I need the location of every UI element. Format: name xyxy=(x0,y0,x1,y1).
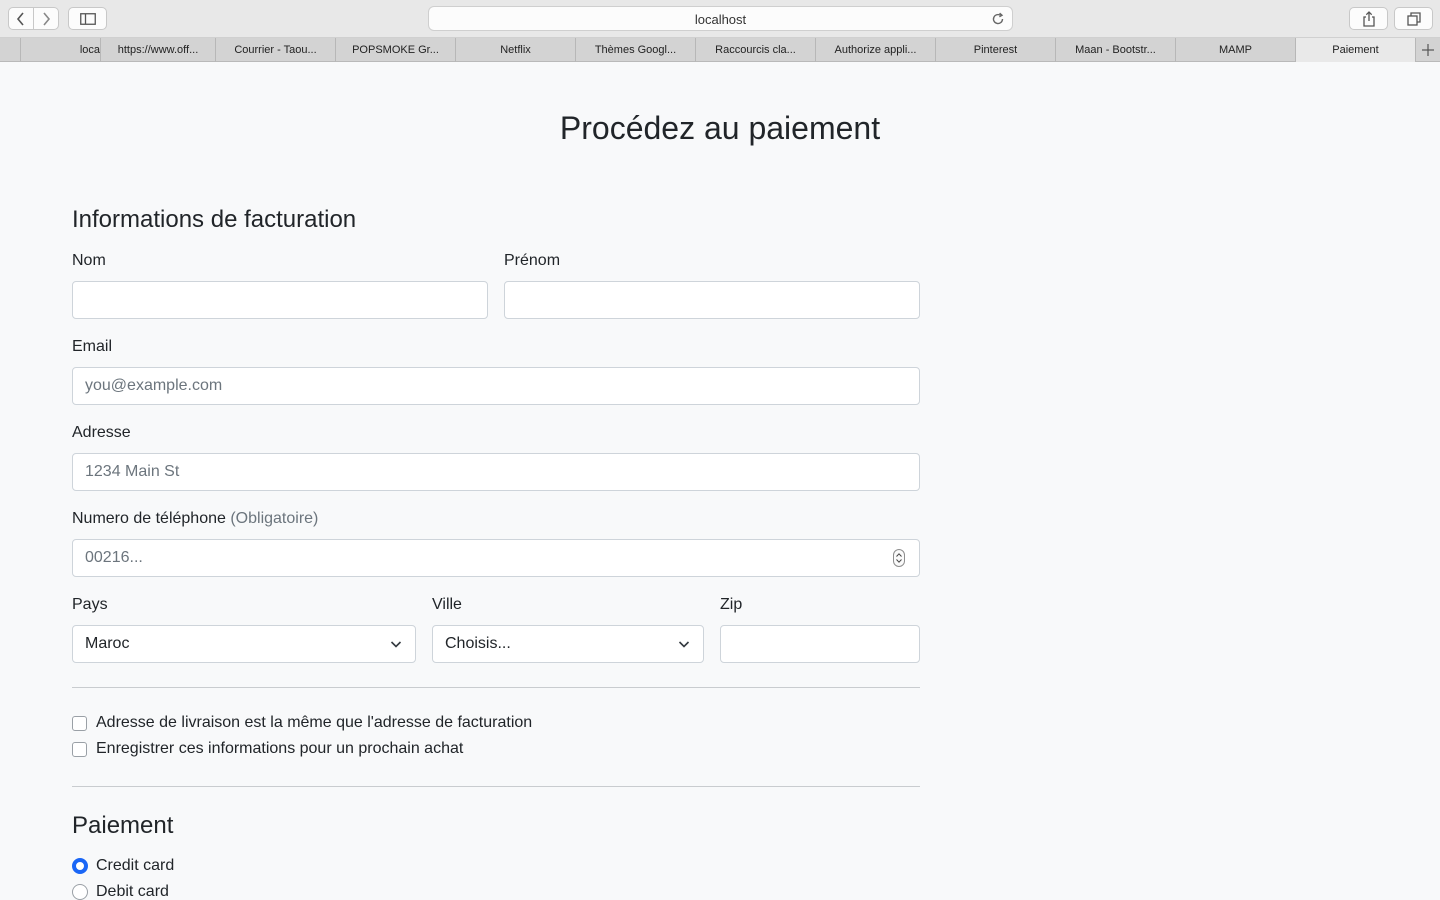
billing-section-title: Informations de facturation xyxy=(72,206,357,233)
payment-section-title: Paiement xyxy=(72,812,174,839)
tab-item[interactable]: Raccourcis cla... xyxy=(695,38,815,62)
share-icon xyxy=(1362,10,1375,27)
nom-input[interactable] xyxy=(72,281,488,319)
ville-selected-value: Choisis... xyxy=(445,635,511,652)
back-button[interactable] xyxy=(8,7,34,30)
divider xyxy=(72,687,920,688)
phone-label: Numero de téléphone (Obligatoire) xyxy=(72,510,318,528)
tab-item[interactable]: MAMP xyxy=(1175,38,1295,62)
nom-label: Nom xyxy=(72,252,106,269)
tab-item[interactable]: POPSMOKE Gr... xyxy=(335,38,455,62)
adresse-input[interactable] xyxy=(72,453,920,491)
reload-icon[interactable] xyxy=(991,12,1005,26)
sidebar-toggle-button[interactable] xyxy=(68,7,107,30)
tab-item[interactable]: Maan - Bootstr... xyxy=(1055,38,1175,62)
payment-method-debit[interactable]: Debit card xyxy=(72,883,169,900)
same-address-label: Adresse de livraison est la même que l'a… xyxy=(96,714,533,731)
save-info-checkbox[interactable] xyxy=(72,741,87,757)
prenom-label: Prénom xyxy=(504,252,561,269)
phone-number-stepper[interactable] xyxy=(893,549,905,567)
tab-bar: loca https://www.off... Courrier - Taou.… xyxy=(0,38,1440,62)
save-info-option[interactable]: Enregistrer ces informations pour un pro… xyxy=(72,740,463,758)
sidebar-icon xyxy=(79,12,96,25)
share-button[interactable] xyxy=(1349,7,1388,30)
pays-selected-value: Maroc xyxy=(85,635,130,652)
chevron-down-icon xyxy=(390,641,402,648)
zip-input[interactable] xyxy=(720,625,920,663)
new-tab-button[interactable] xyxy=(1415,38,1440,62)
adresse-label: Adresse xyxy=(72,424,131,441)
email-input[interactable] xyxy=(72,367,920,405)
page-title: Procédez au paiement xyxy=(559,110,881,146)
tab-item[interactable]: Thèmes Googl... xyxy=(575,38,695,62)
credit-card-radio[interactable] xyxy=(72,858,88,874)
tab-item[interactable]: loca xyxy=(20,38,100,62)
forward-button[interactable] xyxy=(33,7,59,30)
divider xyxy=(72,786,920,787)
phone-label-text: Numero de téléphone xyxy=(72,510,226,527)
chevron-down-icon xyxy=(678,641,690,648)
chevron-right-icon xyxy=(43,11,51,26)
url-text: localhost xyxy=(694,12,747,27)
tab-item[interactable]: Netflix xyxy=(455,38,575,62)
chevron-left-icon xyxy=(16,11,24,26)
plus-icon xyxy=(1422,44,1434,56)
zip-label: Zip xyxy=(720,596,743,613)
debit-card-label: Debit card xyxy=(96,883,169,900)
prenom-input[interactable] xyxy=(504,281,920,319)
tab-overview-button[interactable] xyxy=(1394,7,1433,30)
tab-item[interactable]: https://www.off... xyxy=(100,38,215,62)
ville-label: Ville xyxy=(432,596,462,613)
credit-card-label: Credit card xyxy=(96,857,175,874)
save-info-label: Enregistrer ces informations pour un pro… xyxy=(96,740,464,757)
browser-toolbar: localhost xyxy=(0,0,1440,38)
pays-label: Pays xyxy=(72,596,108,613)
address-bar[interactable]: localhost xyxy=(428,6,1013,31)
same-address-checkbox[interactable] xyxy=(72,715,87,731)
tab-item[interactable]: Courrier - Taou... xyxy=(215,38,335,62)
same-address-option[interactable]: Adresse de livraison est la même que l'a… xyxy=(72,714,532,732)
phone-required-hint: (Obligatoire) xyxy=(230,510,319,527)
tab-item[interactable]: Authorize appli... xyxy=(815,38,935,62)
tab-item-active[interactable]: Paiement xyxy=(1295,38,1415,62)
payment-method-credit[interactable]: Credit card xyxy=(72,857,174,875)
stepper-up-icon[interactable] xyxy=(896,553,902,557)
debit-card-radio[interactable] xyxy=(72,884,88,900)
tabs-icon xyxy=(1406,11,1421,26)
stepper-down-icon[interactable] xyxy=(896,559,902,563)
pays-select[interactable]: Maroc xyxy=(72,625,416,663)
ville-select[interactable]: Choisis... xyxy=(432,625,704,663)
email-label: Email xyxy=(72,338,113,355)
tab-item[interactable]: Pinterest xyxy=(935,38,1055,62)
phone-input[interactable] xyxy=(72,539,920,577)
